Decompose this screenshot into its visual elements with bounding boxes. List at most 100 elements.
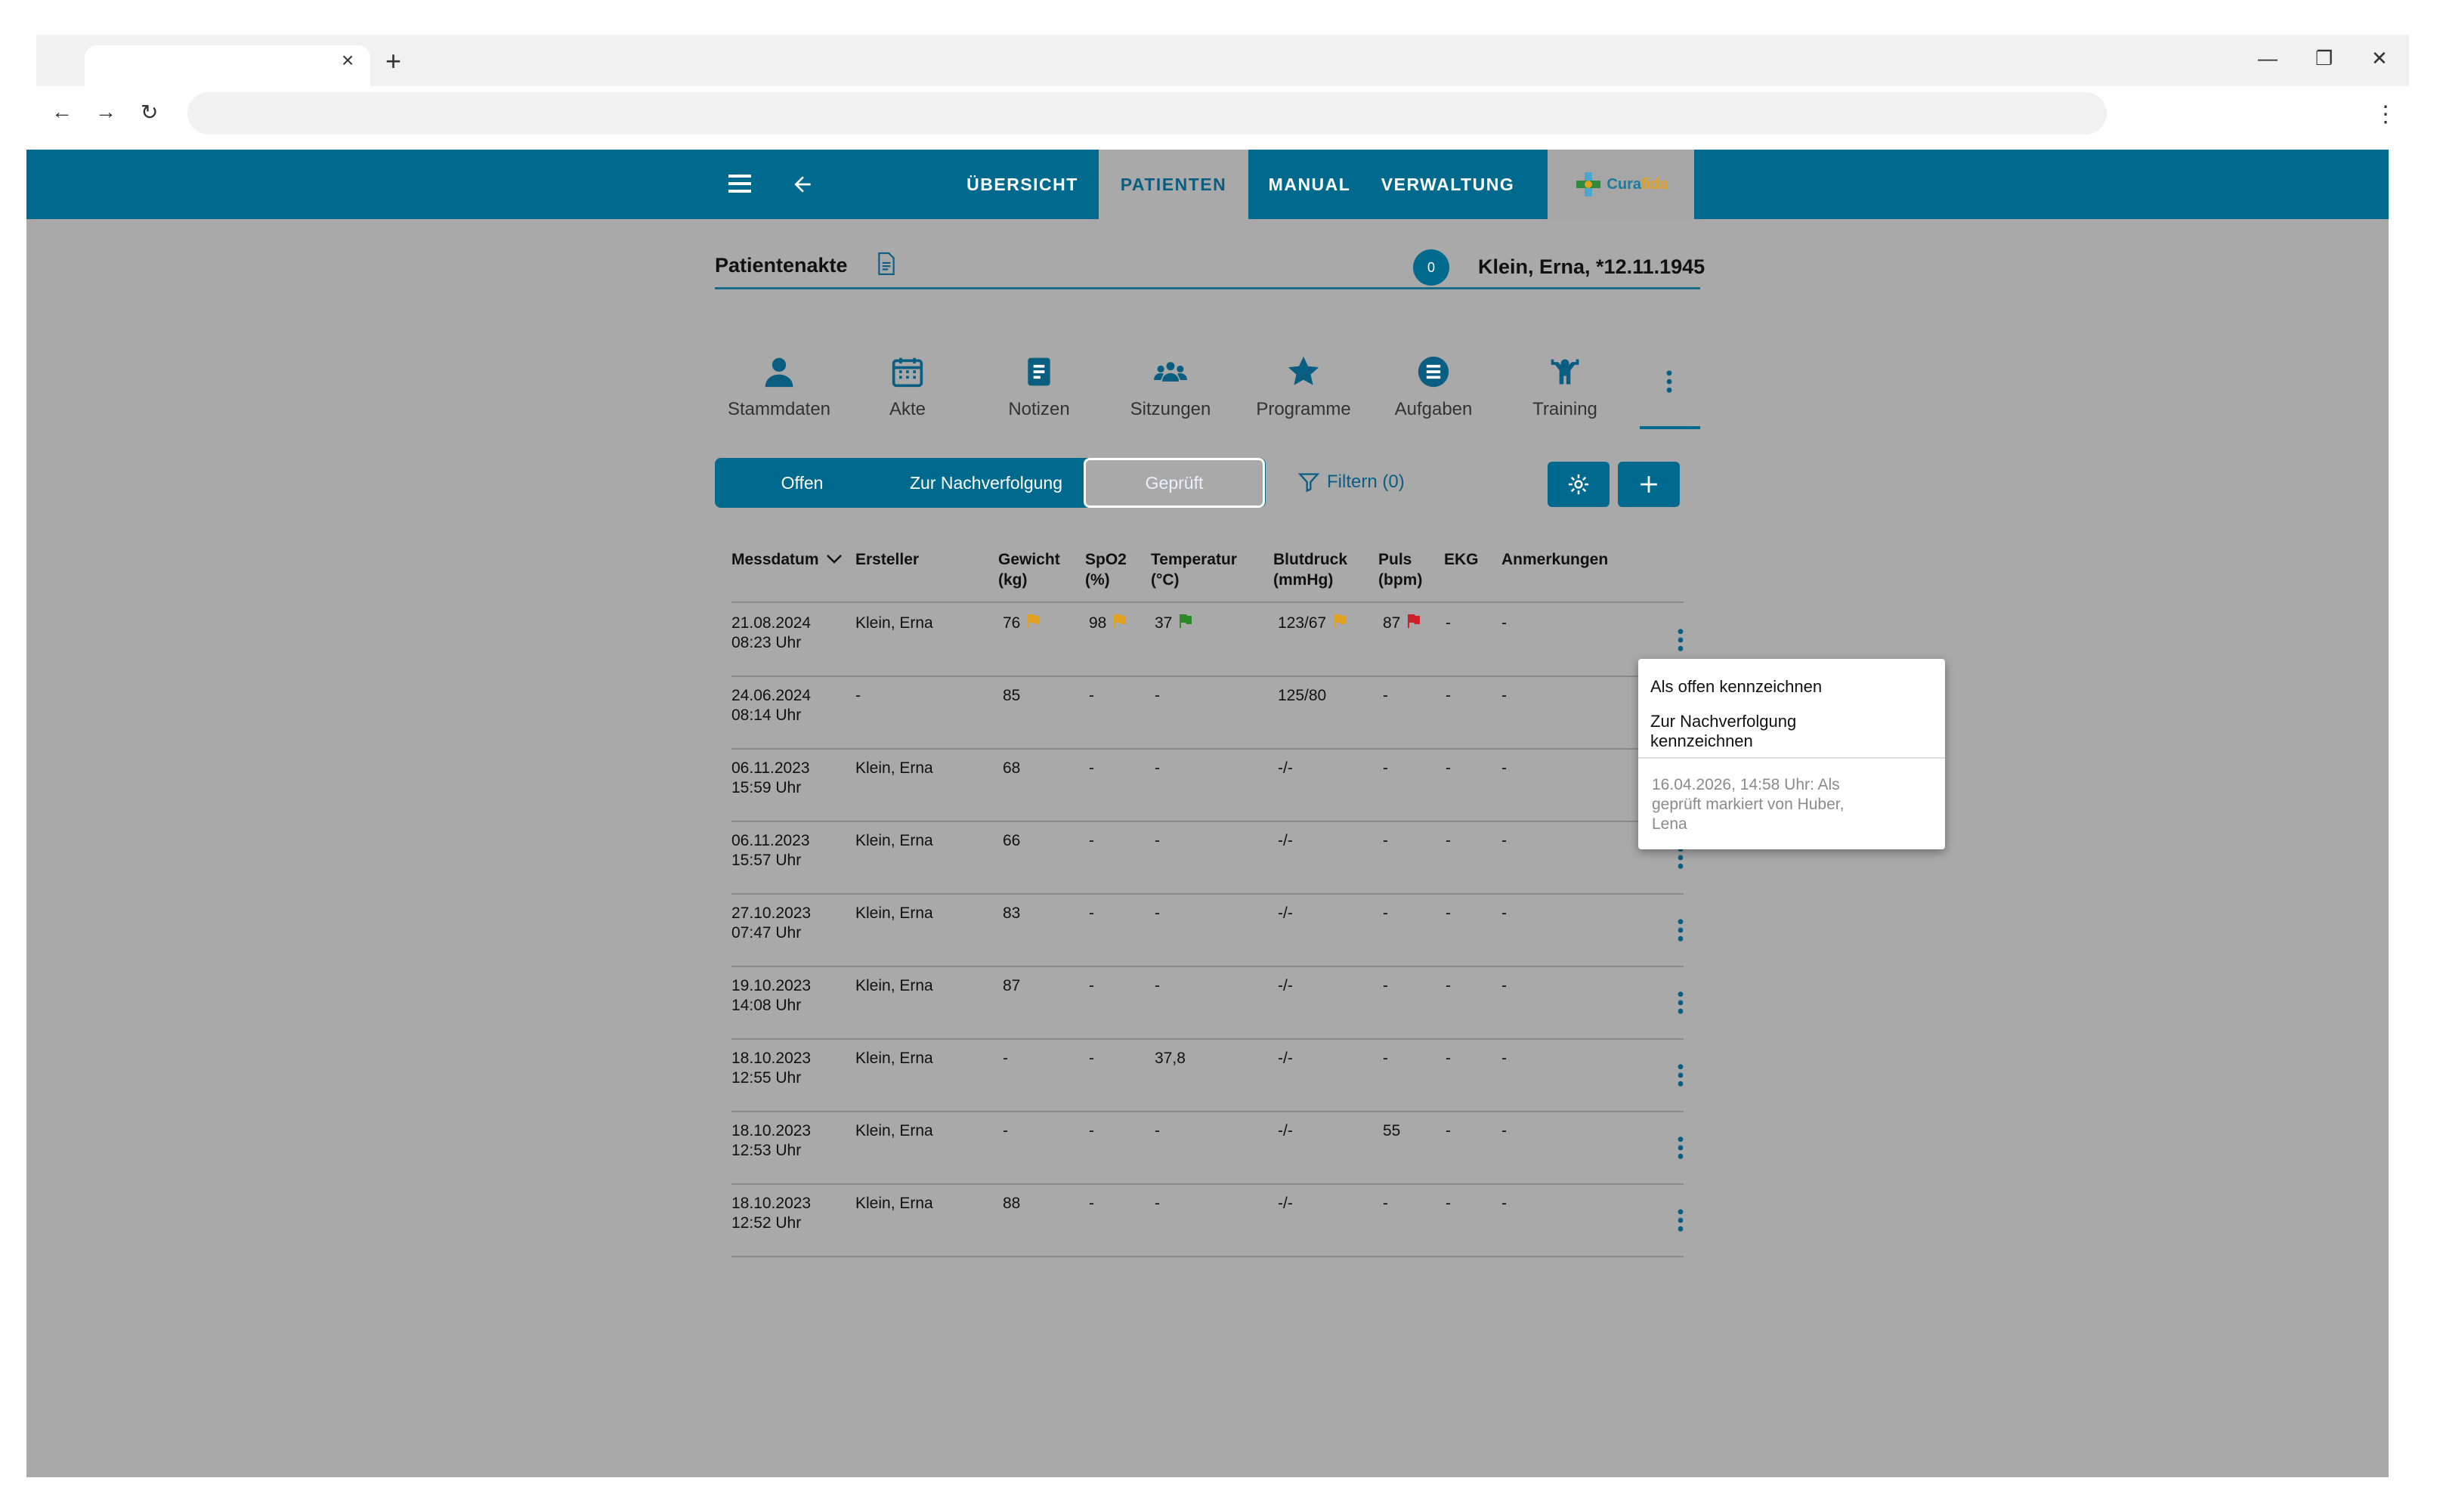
cell-value: - <box>1501 1050 1507 1067</box>
gear-icon <box>1568 474 1589 495</box>
document-icon[interactable] <box>877 252 896 275</box>
tab-programme[interactable]: Programme <box>1239 355 1368 420</box>
row-context-menu: Als offen kennzeichnen Zur Nachverfolgun… <box>1638 659 1945 849</box>
row-menu-icon[interactable] <box>1671 917 1690 943</box>
cell-value: - <box>1446 977 1451 994</box>
cell-value: - <box>1089 759 1094 777</box>
more-tabs-icon[interactable] <box>1659 369 1679 394</box>
row-menu-icon[interactable] <box>1671 627 1690 653</box>
segment-nachverfolgung[interactable]: Zur Nachverfolgung <box>887 458 1085 508</box>
cell-pulse: 55 <box>1383 1121 1400 1141</box>
cell-ekg: - <box>1446 976 1451 996</box>
cell-creator: Klein, Erna <box>855 831 933 851</box>
cell-pulse: - <box>1383 1194 1388 1214</box>
cell-value: - <box>1089 1050 1094 1067</box>
cell-value: - <box>1089 904 1094 922</box>
hamburger-icon[interactable] <box>728 175 751 193</box>
cell-creator: Klein, Erna <box>855 976 933 996</box>
minimize-icon[interactable]: — <box>2258 47 2278 70</box>
cell-value: - <box>1383 977 1388 994</box>
tab-training[interactable]: Training <box>1501 355 1629 420</box>
row-menu-icon[interactable] <box>1671 1062 1690 1088</box>
chat-count-badge[interactable]: 0 <box>1413 249 1449 286</box>
menu-item-als-offen[interactable]: Als offen kennzeichnen <box>1650 677 1822 697</box>
cell-temp: 37 <box>1155 614 1193 633</box>
row-divider <box>731 893 1684 895</box>
row-divider <box>731 748 1684 750</box>
cell-creator: Klein, Erna <box>855 1049 933 1068</box>
browser-menu-icon[interactable]: ⋮ <box>2374 101 2397 128</box>
cell-value: - <box>1155 759 1160 777</box>
cell-value: 18.10.2023 <box>731 1050 812 1067</box>
sort-desc-icon[interactable] <box>826 554 843 564</box>
curafida-logo[interactable]: Curafida <box>1548 150 1694 219</box>
row-menu-icon[interactable] <box>1671 990 1690 1016</box>
cell-value: Klein, Erna <box>855 977 933 994</box>
cell-date: 06.11.2023 15:57 Uhr <box>731 831 810 870</box>
tab-stammdaten[interactable]: Stammdaten <box>715 355 843 420</box>
cell-value: 37,8 <box>1155 1050 1186 1067</box>
tab-label: Akte <box>889 399 926 419</box>
col-header-messdatum[interactable]: Messdatum <box>731 549 843 570</box>
cell-notes: - <box>1501 686 1507 706</box>
browser-tab[interactable] <box>85 45 370 86</box>
filter-button[interactable]: Filtern (0) <box>1298 472 1405 493</box>
cell-value: -/- <box>1278 904 1293 922</box>
cell-time: 14:08 Uhr <box>731 997 802 1014</box>
cell-value: Klein, Erna <box>855 759 933 777</box>
tab-close-icon[interactable]: × <box>342 48 354 73</box>
tab-notizen[interactable]: Notizen <box>975 355 1103 420</box>
cell-creator: Klein, Erna <box>855 904 933 923</box>
tab-sitzungen[interactable]: Sitzungen <box>1106 355 1235 420</box>
cell-weight: - <box>1003 1121 1008 1141</box>
restore-icon[interactable]: ❐ <box>2315 47 2333 70</box>
settings-button[interactable] <box>1548 462 1610 507</box>
filter-icon <box>1298 473 1319 493</box>
cell-value: - <box>1446 832 1451 849</box>
arrow-back-icon[interactable] <box>790 172 815 196</box>
forward-icon[interactable]: → <box>95 100 116 124</box>
tab-aufgaben[interactable]: Aufgaben <box>1369 355 1498 420</box>
cell-ekg: - <box>1446 1121 1451 1141</box>
tab-akte[interactable]: Akte <box>843 355 972 420</box>
reload-icon[interactable]: ↻ <box>141 100 158 125</box>
add-button[interactable] <box>1618 462 1680 507</box>
nav-uebersicht[interactable]: ÜBERSICHT <box>958 150 1087 219</box>
back-icon[interactable]: ← <box>51 100 73 124</box>
segment-offen[interactable]: Offen <box>717 458 887 508</box>
cell-ekg: - <box>1446 1049 1451 1068</box>
menu-item-zur-nachverfolgung[interactable]: Zur Nachverfolgung kennzeichnen <box>1650 712 1796 751</box>
nav-verwaltung[interactable]: VERWALTUNG <box>1372 150 1523 219</box>
flag-icon <box>1114 614 1127 628</box>
cell-date: 27.10.2023 07:47 Uhr <box>731 904 811 943</box>
close-window-icon[interactable]: ✕ <box>2371 47 2388 70</box>
cell-time: 08:14 Uhr <box>731 707 802 724</box>
row-menu-icon[interactable] <box>1671 1207 1690 1233</box>
cell-value: Klein, Erna <box>855 614 933 632</box>
cell-value: Klein, Erna <box>855 1050 933 1067</box>
cell-value: - <box>1446 614 1451 632</box>
cell-value: 68 <box>1003 759 1021 777</box>
cell-value: - <box>1501 759 1507 777</box>
cell-temp: - <box>1155 1121 1160 1141</box>
flag-icon <box>1408 614 1421 628</box>
row-divider <box>731 821 1684 822</box>
cell-weight: 68 <box>1003 759 1020 778</box>
cell-spo2: - <box>1089 831 1094 851</box>
address-bar[interactable] <box>187 92 2107 135</box>
segment-geprueft[interactable]: Geprüft <box>1084 458 1265 508</box>
row-divider <box>731 966 1684 967</box>
new-tab-icon[interactable]: + <box>385 45 401 77</box>
cell-temp: - <box>1155 686 1160 706</box>
row-menu-icon[interactable] <box>1671 1135 1690 1161</box>
cell-creator: Klein, Erna <box>855 614 933 633</box>
nav-patienten[interactable]: PATIENTEN <box>1099 150 1248 219</box>
cell-value: Klein, Erna <box>855 832 933 849</box>
cell-value: 83 <box>1003 904 1021 922</box>
cell-spo2: 98 <box>1089 614 1127 633</box>
cell-value: 37 <box>1155 614 1173 632</box>
nav-manual[interactable]: MANUAL <box>1259 150 1360 219</box>
cell-value: 123/67 <box>1278 614 1327 632</box>
cell-value: -/- <box>1278 832 1293 849</box>
row-divider <box>731 676 1684 677</box>
